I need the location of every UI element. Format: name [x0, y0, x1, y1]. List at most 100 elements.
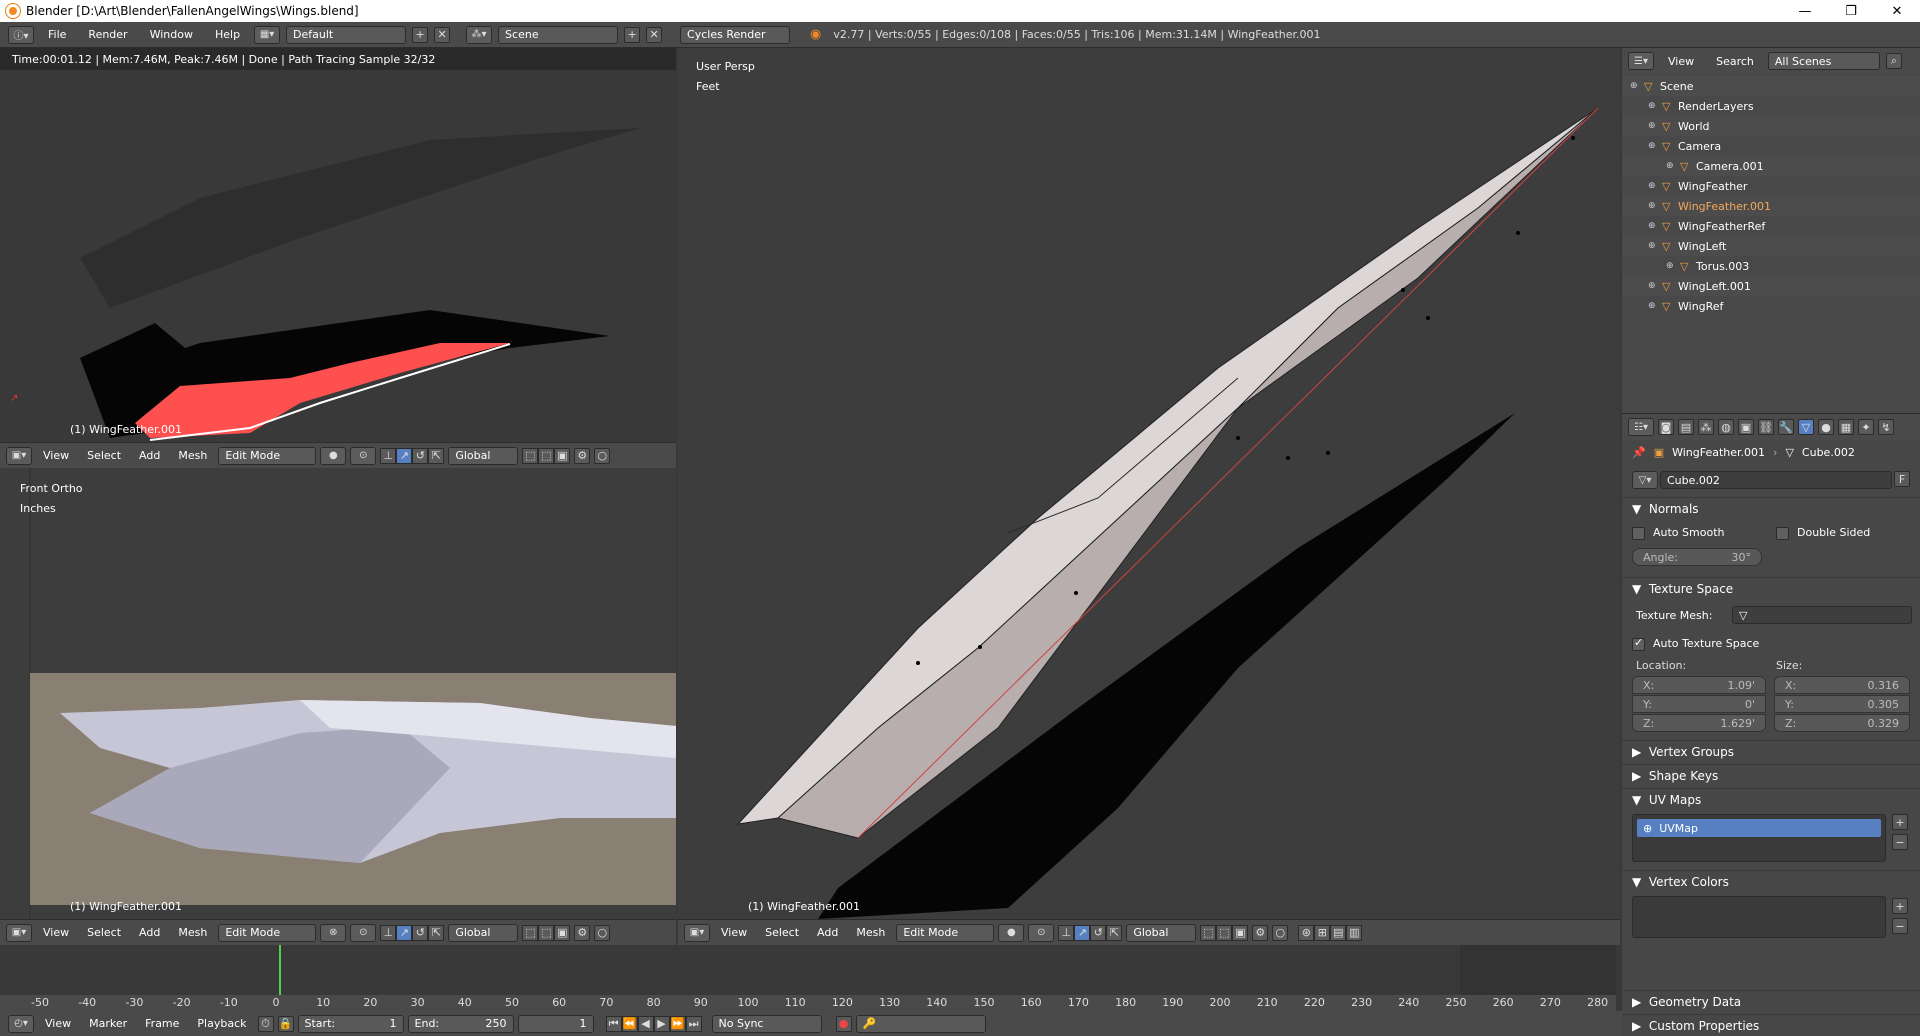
uv-map-item[interactable]: ⊕ UVMap [1637, 819, 1881, 837]
snap-icon[interactable]: ○ [1272, 924, 1289, 941]
menu-view[interactable]: View [714, 926, 754, 939]
menu-window[interactable]: Window [142, 28, 201, 41]
size-y-field[interactable]: Y: 0.305 [1774, 695, 1910, 713]
modifiers-tab-icon[interactable]: 🔧 [1778, 419, 1794, 435]
add-scene-icon[interactable]: + [624, 26, 641, 43]
outliner-item[interactable]: ⊕ ▽ World [1622, 116, 1920, 136]
expand-toggle-icon[interactable]: ⊕ [1666, 161, 1680, 171]
orientation-select[interactable]: Global [448, 923, 519, 942]
expand-toggle-icon[interactable]: ⊕ [1630, 81, 1644, 91]
jump-start-icon[interactable]: ⏮ [605, 1015, 622, 1032]
auto-texture-space-checkbox[interactable]: Auto Texture Space [1632, 636, 1759, 651]
texture-tab-icon[interactable]: ▦ [1838, 419, 1854, 435]
orientation-select[interactable]: Global [448, 446, 519, 465]
menu-view[interactable]: View [36, 926, 76, 939]
menu-render[interactable]: Render [80, 28, 135, 41]
user-persp-viewport[interactable]: User Persp Feet (1) WingFeather.001 [678, 48, 1620, 919]
preview-range-icon[interactable]: ⏱ [257, 1015, 274, 1032]
lock-icon[interactable]: 🔒 [277, 1015, 294, 1032]
menu-mesh[interactable]: Mesh [171, 926, 214, 939]
outliner-search-icon[interactable]: ⌕ [1885, 53, 1902, 69]
render-engine-select[interactable]: Cycles Render [680, 25, 791, 44]
face-select-icon[interactable]: ▣ [1232, 924, 1249, 941]
edge-select-icon[interactable]: ⬚ [1216, 924, 1233, 941]
editor-type-3dview-icon[interactable]: ▣▾ [6, 446, 32, 465]
scene-field[interactable]: Scene [498, 25, 619, 44]
shading-icon[interactable]: ⊗ [320, 923, 347, 942]
current-frame-marker[interactable] [279, 945, 281, 995]
close-button[interactable]: ✕ [1874, 0, 1920, 22]
screen-layout-field[interactable]: Default [286, 25, 407, 44]
editor-type-3dview-icon[interactable]: ▣▾ [684, 923, 710, 942]
outliner-item[interactable]: ⊕ ▽ Torus.003 [1622, 256, 1920, 276]
outliner-item[interactable]: ⊕ ▽ RenderLayers [1622, 96, 1920, 116]
mode-select[interactable]: Edit Mode [218, 923, 317, 942]
next-key-icon[interactable]: ⏩ [669, 1015, 686, 1032]
add-vertex-color-button[interactable]: + [1892, 898, 1908, 914]
opengl-render-icon[interactable]: ▥ [1346, 924, 1363, 941]
expand-toggle-icon[interactable]: ⊕ [1648, 141, 1662, 151]
particles-tab-icon[interactable]: ✦ [1858, 419, 1874, 435]
object-tab-icon[interactable]: ▣ [1738, 419, 1754, 435]
menu-select[interactable]: Select [758, 926, 806, 939]
texture-mesh-field[interactable]: ▽ [1732, 606, 1912, 624]
vertex-select-icon[interactable]: ⬚ [1200, 924, 1217, 941]
proportional-edit-icon[interactable]: ⚙ [574, 447, 591, 464]
properties-editor[interactable]: ☷▾ ◙ ▤ ⁂ ◍ ▣ ⛓ 🔧 ▽ ● ▦ ✦ ↯ 📌 ▣ WingFeath… [1622, 413, 1920, 1036]
face-select-icon[interactable]: ▣ [554, 447, 571, 464]
texture-space-panel-header[interactable]: ▼ Texture Space [1622, 577, 1920, 599]
rotate-icon[interactable]: ↺ [412, 447, 429, 464]
end-frame-field[interactable]: End: 250 [407, 1014, 514, 1033]
expand-toggle-icon[interactable]: ⊕ [1648, 281, 1662, 291]
pin-icon[interactable]: 📌 [1632, 446, 1646, 459]
edge-select-icon[interactable]: ⬚ [538, 447, 555, 464]
menu-mesh[interactable]: Mesh [849, 926, 892, 939]
jump-end-icon[interactable]: ⏭ [685, 1015, 702, 1032]
material-tab-icon[interactable]: ● [1818, 419, 1834, 435]
vertex-select-icon[interactable]: ⬚ [522, 447, 539, 464]
menu-help[interactable]: Help [207, 28, 248, 41]
delete-scene-icon[interactable]: ✕ [646, 26, 663, 43]
expand-toggle-icon[interactable]: ⊕ [1648, 301, 1662, 311]
editor-type-outliner-icon[interactable]: ☰▾ [1628, 52, 1654, 70]
mode-select[interactable]: Edit Mode [218, 446, 317, 465]
double-sided-checkbox[interactable]: Double Sided [1776, 526, 1870, 540]
expand-toggle-icon[interactable]: ⊕ [1666, 261, 1680, 271]
scene-tab-icon[interactable]: ⁂ [1698, 419, 1714, 435]
mesh-name-field[interactable]: Cube.002 [1660, 471, 1892, 489]
scale-icon[interactable]: ⇱ [428, 447, 445, 464]
normals-panel-header[interactable]: ▼ Normals [1622, 497, 1920, 519]
frame-ruler[interactable]: -50 -40 -30 -20 -10 0 10 20 30 40 50 60 70 80 90 100 110… [0, 995, 1616, 1011]
manipulator-icon[interactable]: ⊥ [380, 447, 397, 464]
play-icon[interactable]: ▶ [653, 1015, 670, 1032]
start-frame-field[interactable]: Start: 1 [297, 1014, 404, 1033]
delete-layout-icon[interactable]: ✕ [434, 26, 451, 43]
vertex-select-icon[interactable]: ⬚ [522, 924, 539, 941]
uv-maps-panel-header[interactable]: ▼ UV Maps [1622, 788, 1920, 810]
expand-toggle-icon[interactable]: ⊕ [1648, 241, 1662, 251]
menu-view[interactable]: View [36, 449, 76, 462]
outliner-filter-select[interactable]: All Scenes [1767, 52, 1880, 70]
sync-mode-select[interactable]: No Sync [711, 1014, 822, 1033]
outliner-item[interactable]: ⊕ ▽ WingLeft.001 [1622, 276, 1920, 296]
outliner-item[interactable]: ⊕ ▽ Scene [1622, 76, 1920, 96]
render-tab-icon[interactable]: ◙ [1658, 419, 1674, 435]
editor-type-properties-icon[interactable]: ☷▾ [1628, 418, 1654, 436]
menu-add[interactable]: Add [132, 449, 167, 462]
pivot-icon[interactable]: ⊙ [350, 923, 377, 942]
menu-select[interactable]: Select [80, 926, 128, 939]
data-tab-icon[interactable]: ▽ [1798, 419, 1814, 435]
orientation-select[interactable]: Global [1126, 923, 1197, 942]
proportional-edit-icon[interactable]: ⚙ [1252, 924, 1269, 941]
snap-icon[interactable]: ○ [594, 924, 611, 941]
prev-key-icon[interactable]: ⏪ [621, 1015, 638, 1032]
record-icon[interactable]: ● [835, 1015, 852, 1032]
layers-tab-icon[interactable]: ▤ [1678, 419, 1694, 435]
maximize-button[interactable]: ❐ [1828, 0, 1874, 22]
remove-vertex-color-button[interactable]: − [1892, 918, 1908, 934]
minimize-button[interactable]: — [1782, 0, 1828, 22]
render-icon[interactable]: ▤ [1330, 924, 1347, 941]
outliner-item[interactable]: ⊕ ▽ WingFeather.001 [1622, 196, 1920, 216]
shading-icon[interactable]: ● [320, 446, 347, 465]
geometry-data-panel-header[interactable]: ▶ Geometry Data [1622, 990, 1920, 1012]
